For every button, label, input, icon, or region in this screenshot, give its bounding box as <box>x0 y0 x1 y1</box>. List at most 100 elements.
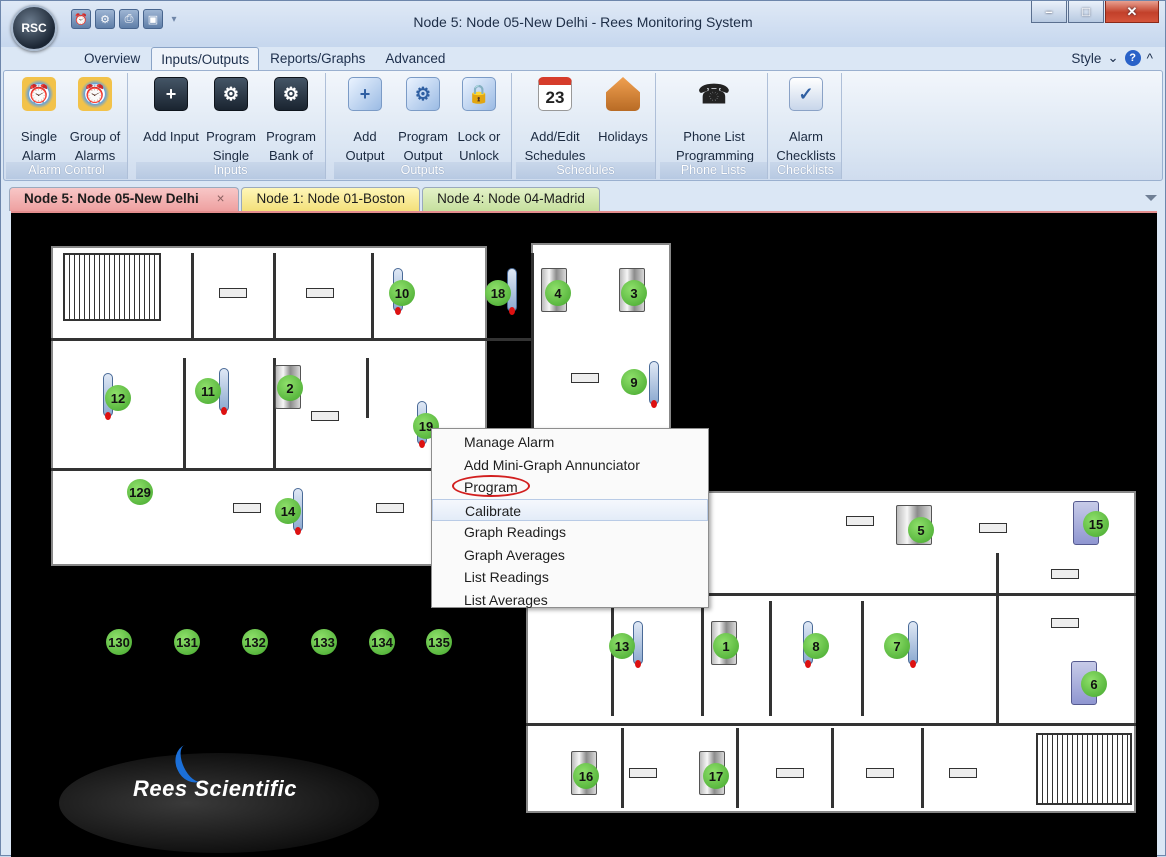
menu-item-calibrate[interactable]: Calibrate <box>432 498 708 521</box>
menu-item-add-mini-graph[interactable]: Add Mini-Graph Annunciator <box>432 454 708 477</box>
sensor-badge: 18 <box>485 280 511 306</box>
window-controls: – □ ✕ <box>1031 1 1159 23</box>
stairwell <box>1036 733 1132 805</box>
phone-list-programming-button[interactable]: ☎ Phone List Programming <box>676 75 754 164</box>
sensor-badge: 129 <box>127 479 153 505</box>
group-caption: Checklists <box>770 162 841 179</box>
add-output-button[interactable]: + Add Output <box>340 75 390 163</box>
wall <box>996 553 999 723</box>
sensor-badge: 4 <box>545 280 571 306</box>
sensor-badge: 9 <box>621 369 647 395</box>
close-button[interactable]: ✕ <box>1105 1 1159 23</box>
menu-item-manage-alarm[interactable]: Manage Alarm <box>432 431 708 454</box>
program-output-label: Program Output <box>398 129 448 163</box>
tab-reports-graphs[interactable]: Reports/Graphs <box>261 47 374 71</box>
alarm-checklists-label: Alarm Checklists <box>776 129 836 163</box>
room-tag <box>866 768 894 778</box>
menu-item-graph-readings[interactable]: Graph Readings <box>432 521 708 544</box>
thermometer-icon <box>649 361 659 408</box>
ribbon-tabs: Overview Inputs/Outputs Reports/Graphs A… <box>75 47 454 71</box>
room-tag <box>219 288 247 298</box>
program-bank-button[interactable]: ⚙ Program Bank of <box>266 75 316 163</box>
add-output-icon: + <box>348 77 382 111</box>
wall <box>861 601 864 716</box>
document-tabs: Node 5: Node 05-New Delhi × Node 1: Node… <box>9 187 602 211</box>
menu-item-list-averages[interactable]: List Averages <box>432 589 708 612</box>
group-caption: Inputs <box>136 162 325 179</box>
lock-unlock-label: Lock or Unlock <box>457 129 501 163</box>
minimize-button[interactable]: – <box>1031 1 1067 23</box>
sensor-134[interactable]: 134 <box>369 629 395 655</box>
alarm-group-icon: ⏰ <box>78 77 112 111</box>
wall <box>191 253 194 338</box>
highlight-circle <box>452 475 530 497</box>
add-input-label: Add Input <box>143 129 199 144</box>
room-tag <box>306 288 334 298</box>
close-tab-icon[interactable]: × <box>217 191 225 206</box>
app-menu-button[interactable]: RSC <box>11 5 57 51</box>
program-bank-label: Program Bank of <box>266 129 316 163</box>
ribbon: ⏰ Single Alarm ⏰ Group of Alarms Alarm C… <box>3 70 1163 181</box>
tab-inputs-outputs[interactable]: Inputs/Outputs <box>151 47 260 71</box>
wall <box>769 601 772 716</box>
alarm-checklists-button[interactable]: ✓ Alarm Checklists <box>776 75 836 163</box>
sensor-131[interactable]: 131 <box>174 629 200 655</box>
sensor-badge: 15 <box>1083 511 1109 537</box>
program-single-button[interactable]: ⚙ Program Single <box>206 75 256 163</box>
window-title: Node 5: Node 05-New Delhi - Rees Monitor… <box>413 14 753 30</box>
program-output-button[interactable]: ⚙ Program Output <box>398 75 448 163</box>
group-checklists: ✓ Alarm Checklists Checklists <box>770 73 842 179</box>
maximize-button[interactable]: □ <box>1068 1 1104 23</box>
wall <box>531 253 534 433</box>
chevron-down-icon[interactable]: ⌄ <box>1107 50 1118 66</box>
room-tag <box>949 768 977 778</box>
sensor-132[interactable]: 132 <box>242 629 268 655</box>
add-input-button[interactable]: + Add Input <box>143 75 199 159</box>
tab-overview[interactable]: Overview <box>75 47 149 71</box>
menu-item-list-readings[interactable]: List Readings <box>432 566 708 589</box>
sensor-130[interactable]: 130 <box>106 629 132 655</box>
single-alarm-button[interactable]: ⏰ Single Alarm <box>14 75 64 163</box>
wall <box>51 468 487 471</box>
room-tag <box>311 411 339 421</box>
group-inputs: + Add Input ⚙ Program Single ⚙ Program B… <box>136 73 326 179</box>
sensor-badge: 6 <box>1081 671 1107 697</box>
room-tag <box>979 523 1007 533</box>
add-edit-schedules-label: Add/Edit Schedules <box>524 129 586 163</box>
group-of-alarms-button[interactable]: ⏰ Group of Alarms <box>70 75 120 163</box>
group-schedules: 23 Add/Edit Schedules Holidays Schedules <box>516 73 656 179</box>
style-menu[interactable]: Style ⌄ ? ^ <box>1071 50 1153 66</box>
help-icon[interactable]: ? <box>1124 50 1141 66</box>
sensor-context-menu: Manage Alarm Add Mini-Graph Annunciator … <box>431 428 709 608</box>
program-single-label: Program Single <box>206 129 256 163</box>
sensor-135[interactable]: 135 <box>426 629 452 655</box>
add-edit-schedules-button[interactable]: 23 Add/Edit Schedules <box>525 75 585 163</box>
doc-tab-boston[interactable]: Node 1: Node 01-Boston <box>241 187 421 211</box>
menu-item-program[interactable]: Program <box>432 475 708 499</box>
room-tag <box>846 516 874 526</box>
sensor-badge: 8 <box>803 633 829 659</box>
room-tag <box>1051 618 1079 628</box>
phone-list-label: Phone List Programming <box>676 129 755 163</box>
sensor-badge: 10 <box>389 280 415 306</box>
sensor-badge: 11 <box>195 378 221 404</box>
holidays-button[interactable]: Holidays <box>598 75 648 159</box>
lock-unlock-button[interactable]: 🔒 Lock or Unlock <box>454 75 504 163</box>
add-output-label: Add Output <box>345 129 385 163</box>
sensor-133[interactable]: 133 <box>311 629 337 655</box>
sensor-badge: 13 <box>609 633 635 659</box>
tab-advanced[interactable]: Advanced <box>376 47 454 71</box>
tab-list-dropdown-icon[interactable] <box>1145 195 1157 201</box>
menu-item-graph-averages[interactable]: Graph Averages <box>432 544 708 567</box>
collapse-ribbon-icon[interactable]: ^ <box>1147 51 1153 66</box>
doc-tab-madrid[interactable]: Node 4: Node 04-Madrid <box>422 187 600 211</box>
wall <box>736 728 739 808</box>
checklist-icon: ✓ <box>789 77 823 111</box>
group-caption: Alarm Control <box>6 162 127 179</box>
doc-tab-new-delhi[interactable]: Node 5: Node 05-New Delhi × <box>9 187 240 211</box>
style-label[interactable]: Style <box>1071 51 1101 66</box>
sensor-badge: 1 <box>713 633 739 659</box>
add-input-icon: + <box>154 77 188 111</box>
holidays-label: Holidays <box>598 129 648 144</box>
single-alarm-label: Single Alarm <box>20 129 58 163</box>
